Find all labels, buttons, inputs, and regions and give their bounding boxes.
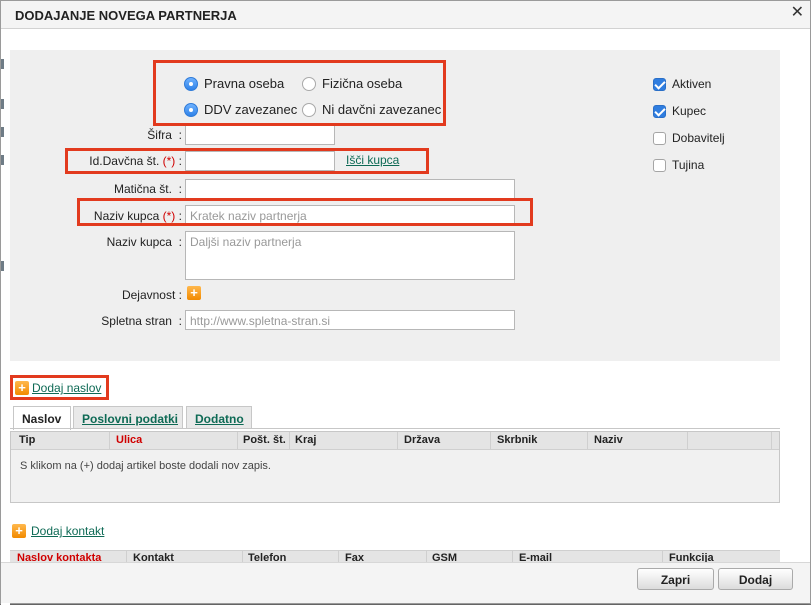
checkbox-unchecked-icon [653, 131, 666, 145]
col-kraj[interactable]: Kraj [295, 434, 316, 446]
checkbox-kupec[interactable]: Kupec [653, 104, 706, 118]
naziv-kupca-long-label: Naziv kupca : [106, 235, 182, 249]
col-ulica[interactable]: Ulica [116, 434, 142, 446]
col-separator [237, 432, 238, 450]
col-drzava[interactable]: Država [404, 434, 440, 446]
dodaj-naslov-link[interactable]: Dodaj naslov [32, 381, 101, 395]
add-address-row[interactable]: + Dodaj naslov [15, 381, 101, 395]
highlight-box-naziv-kupca [77, 198, 533, 226]
gutter-mark [1, 155, 4, 165]
col-separator [426, 551, 427, 562]
col-fax[interactable]: Fax [345, 552, 364, 562]
col-funkcija[interactable]: Funkcija [669, 552, 714, 562]
checkbox-label: Dobavitelj [672, 131, 725, 145]
add-contact-row[interactable]: + Dodaj kontakt [12, 524, 104, 538]
highlight-box-id-davcna [65, 148, 429, 174]
col-separator [126, 551, 127, 562]
spletna-stran-label: Spletna stran : [101, 314, 182, 328]
dodaj-kontakt-link[interactable]: Dodaj kontakt [31, 524, 104, 538]
spletna-stran-input[interactable]: http://www.spletna-stran.si [185, 310, 515, 330]
maticna-label: Matična št. : [113, 182, 182, 196]
gutter-mark [1, 59, 4, 69]
highlight-box-radios [153, 60, 446, 126]
close-icon[interactable]: ✕ [791, 5, 804, 21]
col-separator [397, 432, 398, 450]
add-partner-dialog: DODAJANJE NOVEGA PARTNERJA ✕ Pravna oseb… [0, 0, 811, 605]
contact-grid-header: Naslov kontakta Kontakt Telefon Fax GSM … [10, 550, 780, 562]
sifra-input[interactable] [185, 125, 335, 145]
dialog-title: DODAJANJE NOVEGA PARTNERJA [15, 8, 237, 23]
col-separator [289, 432, 290, 450]
col-separator [662, 551, 663, 562]
col-separator [109, 432, 110, 450]
checkbox-tujina[interactable]: Tujina [653, 158, 704, 172]
tab-dodatno[interactable]: Dodatno [186, 406, 252, 429]
col-skrbnik[interactable]: Skrbnik [497, 434, 537, 446]
checkbox-label: Aktiven [672, 77, 712, 91]
dodaj-button[interactable]: Dodaj [718, 568, 793, 590]
tab-poslovni-podatki[interactable]: Poslovni podatki [73, 406, 183, 429]
naziv-kupca-long-textarea[interactable]: Daljši naziv partnerja [185, 231, 515, 280]
sifra-label: Šifra : [147, 128, 182, 142]
gutter-mark [1, 127, 4, 137]
tab-underline [10, 428, 780, 429]
col-separator [512, 551, 513, 562]
col-separator [242, 551, 243, 562]
checkbox-unchecked-icon [653, 158, 666, 172]
add-dejavnost-plus-icon[interactable]: + [187, 286, 201, 300]
dejavnost-label: Dejavnost : [121, 288, 182, 302]
dialog-titlebar: DODAJANJE NOVEGA PARTNERJA ✕ [1, 1, 810, 29]
col-naziv[interactable]: Naziv [594, 434, 623, 446]
checkbox-dobavitelj[interactable]: Dobavitelj [653, 131, 725, 145]
checkbox-checked-icon [653, 104, 666, 118]
add-address-plus-icon[interactable]: + [15, 381, 29, 395]
col-separator [687, 432, 688, 450]
col-separator [338, 551, 339, 562]
address-grid-empty-message: S klikom na (+) dodaj artikel boste doda… [20, 460, 271, 472]
col-separator [771, 432, 772, 450]
col-post-st[interactable]: Pošt. št. [243, 434, 286, 446]
col-gsm[interactable]: GSM [432, 552, 457, 562]
zapri-button[interactable]: Zapri [637, 568, 714, 590]
dialog-footer: Zapri Dodaj [1, 562, 810, 603]
col-email[interactable]: E-mail [519, 552, 552, 562]
address-grid: Tip Ulica Pošt. št. Kraj Država Skrbnik … [10, 431, 780, 503]
col-kontakt[interactable]: Kontakt [133, 552, 174, 562]
checkbox-checked-icon [653, 77, 666, 91]
add-contact-plus-icon[interactable]: + [12, 524, 26, 538]
col-tip[interactable]: Tip [19, 434, 35, 446]
col-separator [587, 432, 588, 450]
col-separator [490, 432, 491, 450]
address-grid-header: Tip Ulica Pošt. št. Kraj Država Skrbnik … [11, 432, 779, 450]
checkbox-label: Kupec [672, 104, 707, 118]
checkbox-label: Tujina [672, 158, 705, 172]
left-gutter [1, 29, 10, 605]
gutter-mark [1, 261, 4, 271]
gutter-mark [1, 99, 4, 109]
col-telefon[interactable]: Telefon [248, 552, 286, 562]
col-naslov-kontakta[interactable]: Naslov kontakta [17, 552, 101, 562]
checkbox-aktiven[interactable]: Aktiven [653, 77, 711, 91]
tab-naslov[interactable]: Naslov [13, 406, 71, 430]
maticna-input[interactable] [185, 179, 515, 199]
